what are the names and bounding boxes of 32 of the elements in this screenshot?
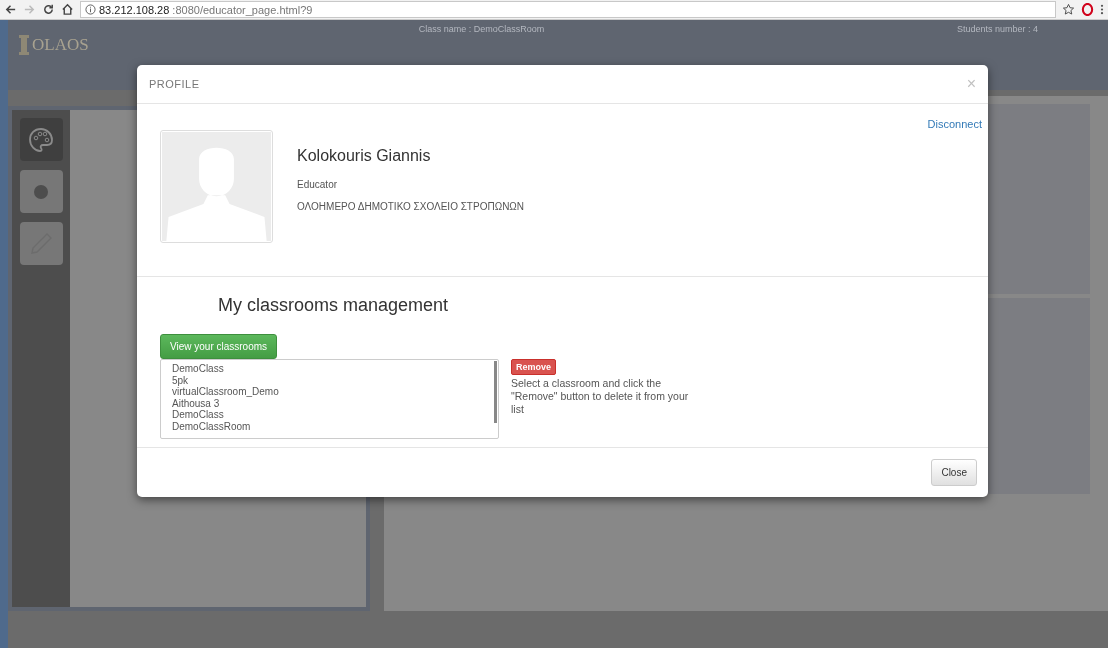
close-button[interactable]: Close: [931, 459, 977, 486]
classroom-item[interactable]: DemoClass: [172, 409, 279, 421]
column-icon: [18, 34, 30, 56]
circle-icon: [34, 184, 48, 199]
home-icon[interactable]: [61, 3, 74, 16]
logo-text: OLAOS: [32, 35, 89, 55]
palette-tool-button[interactable]: [19, 118, 63, 161]
classroom-item[interactable]: virtualClassroom_Demo: [172, 386, 279, 398]
class-name-label: Class name : DemoClassRoom: [418, 24, 545, 34]
reload-icon[interactable]: [42, 3, 55, 16]
palette-icon: [27, 125, 55, 154]
star-icon[interactable]: [1062, 3, 1075, 16]
opera-icon[interactable]: [1081, 3, 1094, 16]
address-bar[interactable]: 83.212.108.28 :8080/educator_page.html?9: [80, 1, 1056, 18]
user-role: Educator: [297, 179, 339, 190]
back-icon[interactable]: [4, 3, 17, 16]
classroom-item[interactable]: 5pk: [172, 374, 279, 387]
user-name: Kolokouris Giannis: [297, 147, 432, 165]
section-heading: My classrooms management: [218, 295, 449, 316]
classroom-item[interactable]: DemoClassRoom: [172, 420, 279, 433]
classroom-item[interactable]: Aithousa 3: [172, 397, 279, 410]
info-icon: [85, 4, 96, 15]
remove-button[interactable]: Remove: [511, 359, 556, 375]
menu-icon[interactable]: [1100, 3, 1104, 16]
dialog-title: PROFILE: [149, 78, 200, 90]
scrollbar[interactable]: [494, 361, 497, 423]
school-name: ΟΛΟΗΜΕΡΟ ΔΗΜΟΤΙΚΟ ΣΧΟΛΕΙΟ ΣΤΡΟΠΩΝΩΝ: [297, 201, 525, 212]
students-count: Students number : 4: [956, 24, 1038, 34]
classroom-list[interactable]: DemoClass 5pk virtualClassroom_Demo Aithousa 3 DemoClass DemoClassRoom: [160, 359, 499, 439]
classroom-item[interactable]: DemoClass: [172, 363, 279, 375]
disconnect-link[interactable]: Disconnect: [927, 118, 982, 130]
remove-hint: Select a classroom and click the "Remove" button to delete it from your list: [511, 377, 690, 416]
